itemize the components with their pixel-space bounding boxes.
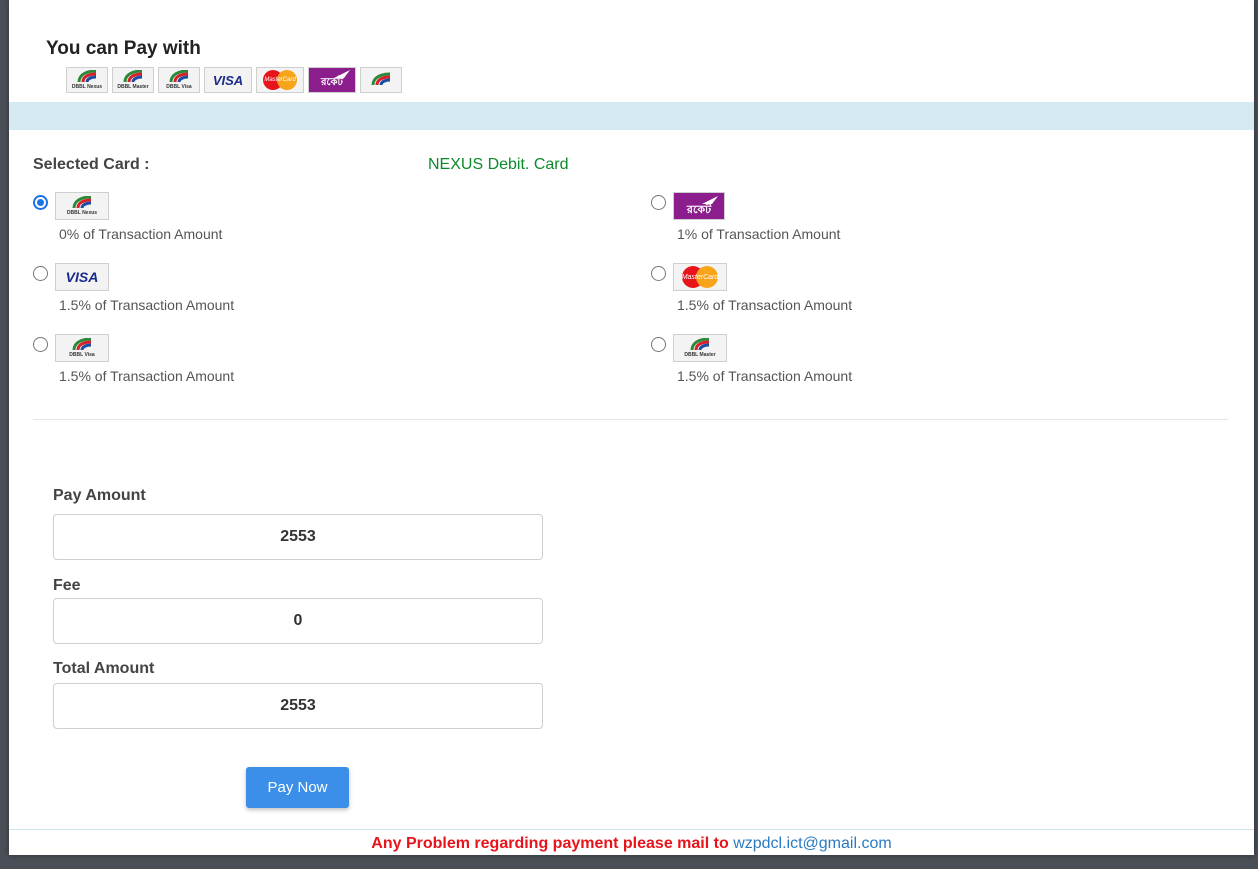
dbbl-visa-fee-text: 1.5% of Transaction Amount — [59, 368, 235, 384]
pay-now-button[interactable]: Pay Now — [246, 767, 349, 808]
dbbl-master-fee-text: 1.5% of Transaction Amount — [677, 368, 853, 384]
payment-modal: You can Pay with DBBL Nexus DBBL Master … — [9, 0, 1254, 855]
dbbl-master-radio[interactable] — [651, 337, 666, 352]
visa-logo: VISA — [204, 67, 252, 93]
visa-radio[interactable] — [33, 266, 48, 281]
mastercard-fee-text: 1.5% of Transaction Amount — [677, 297, 853, 313]
header-band — [9, 102, 1254, 130]
nexus-fee-text: 0% of Transaction Amount — [59, 226, 223, 242]
support-email-link[interactable]: wzpdcl.ict@gmail.com — [733, 835, 892, 852]
dbbl-nexus-card-logo: DBBL Nexus — [55, 192, 109, 220]
rocket-logo: রকেট — [308, 67, 356, 93]
pay-with-title: You can Pay with — [46, 38, 201, 59]
dbbl-visa-radio[interactable] — [33, 337, 48, 352]
mastercard-radio[interactable] — [651, 266, 666, 281]
dbbl-visa-card-logo: DBBL Visa — [55, 334, 109, 362]
total-amount-input[interactable] — [53, 683, 543, 729]
section-divider — [33, 419, 1228, 420]
pay-amount-label: Pay Amount — [53, 487, 146, 504]
visa-card-logo: VISA — [55, 263, 109, 291]
selected-card-value: NEXUS Debit. Card — [428, 156, 569, 173]
payment-logo-strip: DBBL Nexus DBBL Master DBBL Visa VISA Ma… — [66, 67, 402, 93]
dbbl-master-card-logo: DBBL Master — [673, 334, 727, 362]
fee-input[interactable] — [53, 598, 543, 644]
dbbl-nexus-logo: DBBL Nexus — [66, 67, 108, 93]
support-footer: Any Problem regarding payment please mai… — [9, 829, 1254, 855]
nexus-radio[interactable] — [33, 195, 48, 210]
dbbl-logo — [360, 67, 402, 93]
payment-header: You can Pay with DBBL Nexus DBBL Master … — [9, 0, 1254, 102]
support-message: Any Problem regarding payment please mai… — [371, 835, 729, 852]
rocket-radio[interactable] — [651, 195, 666, 210]
mastercard-logo: MasterCard — [256, 67, 304, 93]
rocket-fee-text: 1% of Transaction Amount — [677, 226, 841, 242]
visa-fee-text: 1.5% of Transaction Amount — [59, 297, 235, 313]
pay-amount-input[interactable] — [53, 514, 543, 560]
selected-card-label: Selected Card : — [33, 156, 150, 173]
dbbl-visa-logo: DBBL Visa — [158, 67, 200, 93]
rocket-card-logo: রকেট — [673, 192, 725, 220]
dbbl-master-logo: DBBL Master — [112, 67, 154, 93]
mastercard-card-logo: MasterCard — [673, 263, 727, 291]
total-amount-label: Total Amount — [53, 660, 155, 677]
fee-label: Fee — [53, 577, 81, 594]
